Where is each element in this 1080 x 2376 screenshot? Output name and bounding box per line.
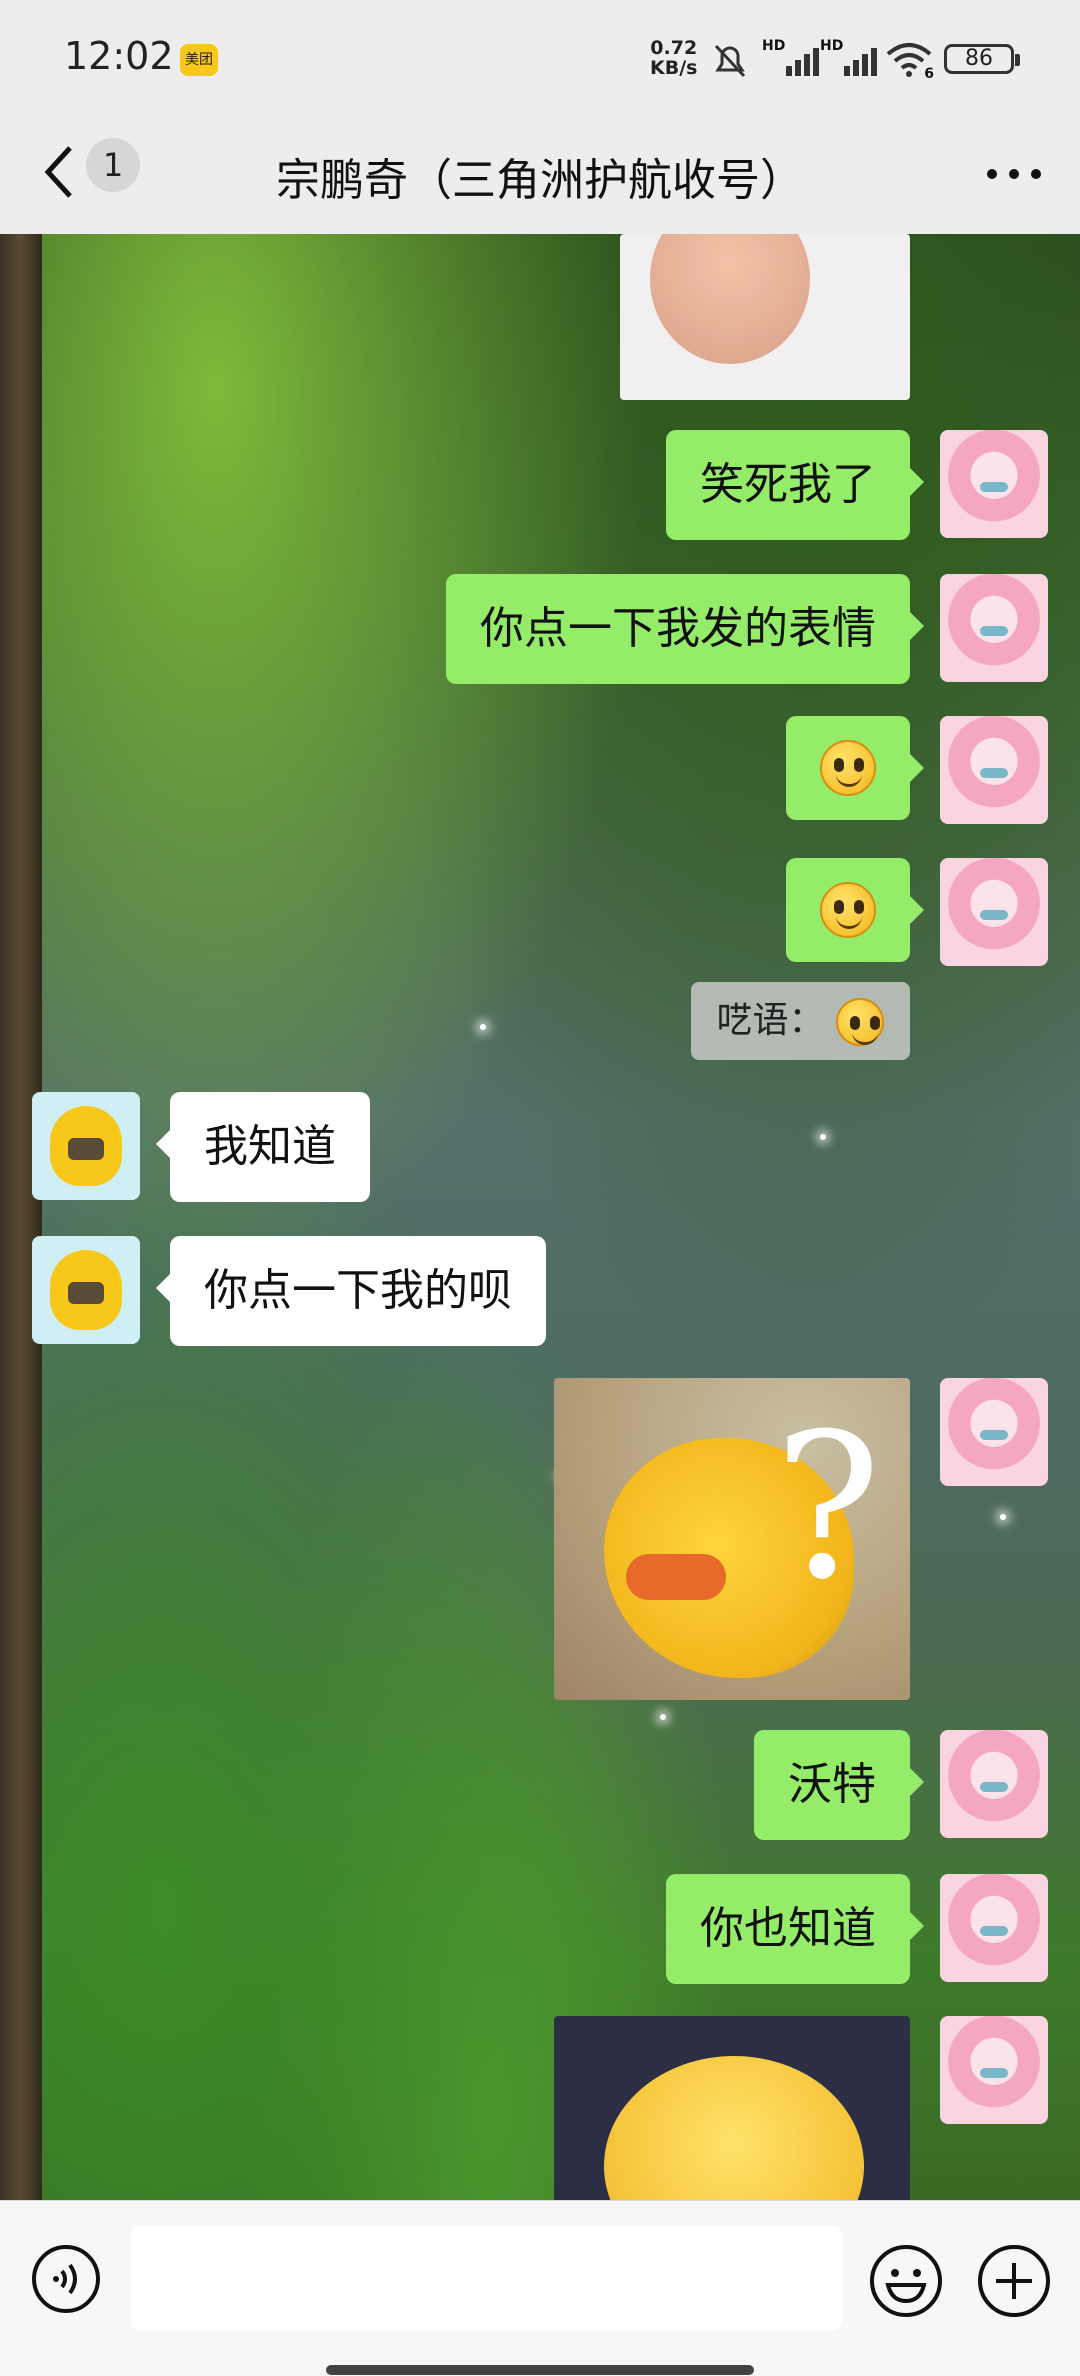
background-tree-trunk — [0, 234, 42, 2200]
voice-input-icon[interactable] — [30, 2243, 102, 2315]
my-avatar[interactable] — [940, 430, 1048, 538]
chat-title: 宗鹏奇（三角洲护航收号） — [276, 155, 804, 206]
my-avatar[interactable] — [940, 1378, 1048, 1486]
mute-bell-icon — [714, 44, 746, 78]
background-sparkle — [480, 1024, 486, 1030]
smiley-emoji-icon — [836, 998, 884, 1046]
my-avatar[interactable] — [940, 2016, 1048, 2124]
signal-icon-1: HD — [762, 38, 826, 80]
message-bubble-sent[interactable]: 笑死我了 — [666, 430, 924, 540]
message-bubble-sent[interactable]: 你也知道 — [666, 1874, 924, 1984]
battery-indicator: 86 — [944, 44, 1020, 74]
smiley-emoji-icon — [820, 882, 876, 938]
emoji-sticker-image[interactable] — [554, 2016, 910, 2200]
my-avatar[interactable] — [940, 716, 1048, 824]
network-speed-value: 0.72 — [650, 37, 698, 59]
network-speed: 0.72 KB/s — [650, 38, 697, 78]
unread-count-badge[interactable]: 1 — [86, 138, 140, 192]
network-speed-unit: KB/s — [650, 57, 698, 79]
contact-avatar[interactable] — [32, 1236, 140, 1344]
message-bubble-sent[interactable]: 你点一下我发的表情 — [446, 574, 924, 684]
signal-icon-2: HD — [820, 38, 884, 80]
message-bubble-received[interactable]: 你点一下我的呗 — [156, 1236, 546, 1346]
background-sparkle — [820, 1134, 826, 1140]
contact-avatar[interactable] — [32, 1092, 140, 1200]
home-indicator[interactable] — [326, 2365, 754, 2375]
back-chevron-icon[interactable] — [40, 142, 80, 202]
background-sparkle — [660, 1714, 666, 1720]
plus-icon[interactable] — [976, 2243, 1052, 2319]
clock: 12:02 — [64, 34, 174, 78]
duck-question-sticker-image[interactable]: ? — [554, 1378, 910, 1700]
message-bubble-sent[interactable]: 沃特 — [754, 1730, 924, 1840]
input-toolbar — [0, 2200, 1080, 2376]
chat-header: 宗鹏奇（三角洲护航收号） — [0, 118, 1080, 234]
my-avatar[interactable] — [940, 858, 1048, 966]
question-mark-glyph: ? — [774, 1391, 882, 1624]
message-input[interactable] — [130, 2225, 842, 2331]
quote-prefix: 呓语： — [716, 1000, 825, 1041]
background-sparkle — [1000, 1514, 1006, 1520]
status-bar: 12:02 美团 0.72 KB/s HD HD 6 86 — [0, 0, 1080, 118]
meituan-app-icon: 美团 — [180, 44, 218, 76]
hamster-sticker-image[interactable] — [620, 234, 910, 400]
my-avatar[interactable] — [940, 1874, 1048, 1982]
message-bubble-received[interactable]: 我知道 — [156, 1092, 370, 1202]
message-bubble-sent-emoji[interactable] — [786, 716, 924, 820]
my-avatar[interactable] — [940, 1730, 1048, 1838]
message-bubble-sent-emoji[interactable] — [786, 858, 924, 962]
more-dots-icon[interactable] — [984, 168, 1044, 180]
quoted-message[interactable]: 呓语： — [690, 982, 910, 1060]
wifi-icon: 6 — [884, 40, 934, 82]
smiley-emoji-icon — [820, 740, 876, 796]
my-avatar[interactable] — [940, 574, 1048, 682]
emoji-icon[interactable] — [868, 2243, 944, 2319]
chat-messages-area[interactable]: 笑死我了 你点一下我发的表情 呓语： 我知道 你点一下我的呗 ? 沃特 你也知道 — [0, 234, 1080, 2200]
